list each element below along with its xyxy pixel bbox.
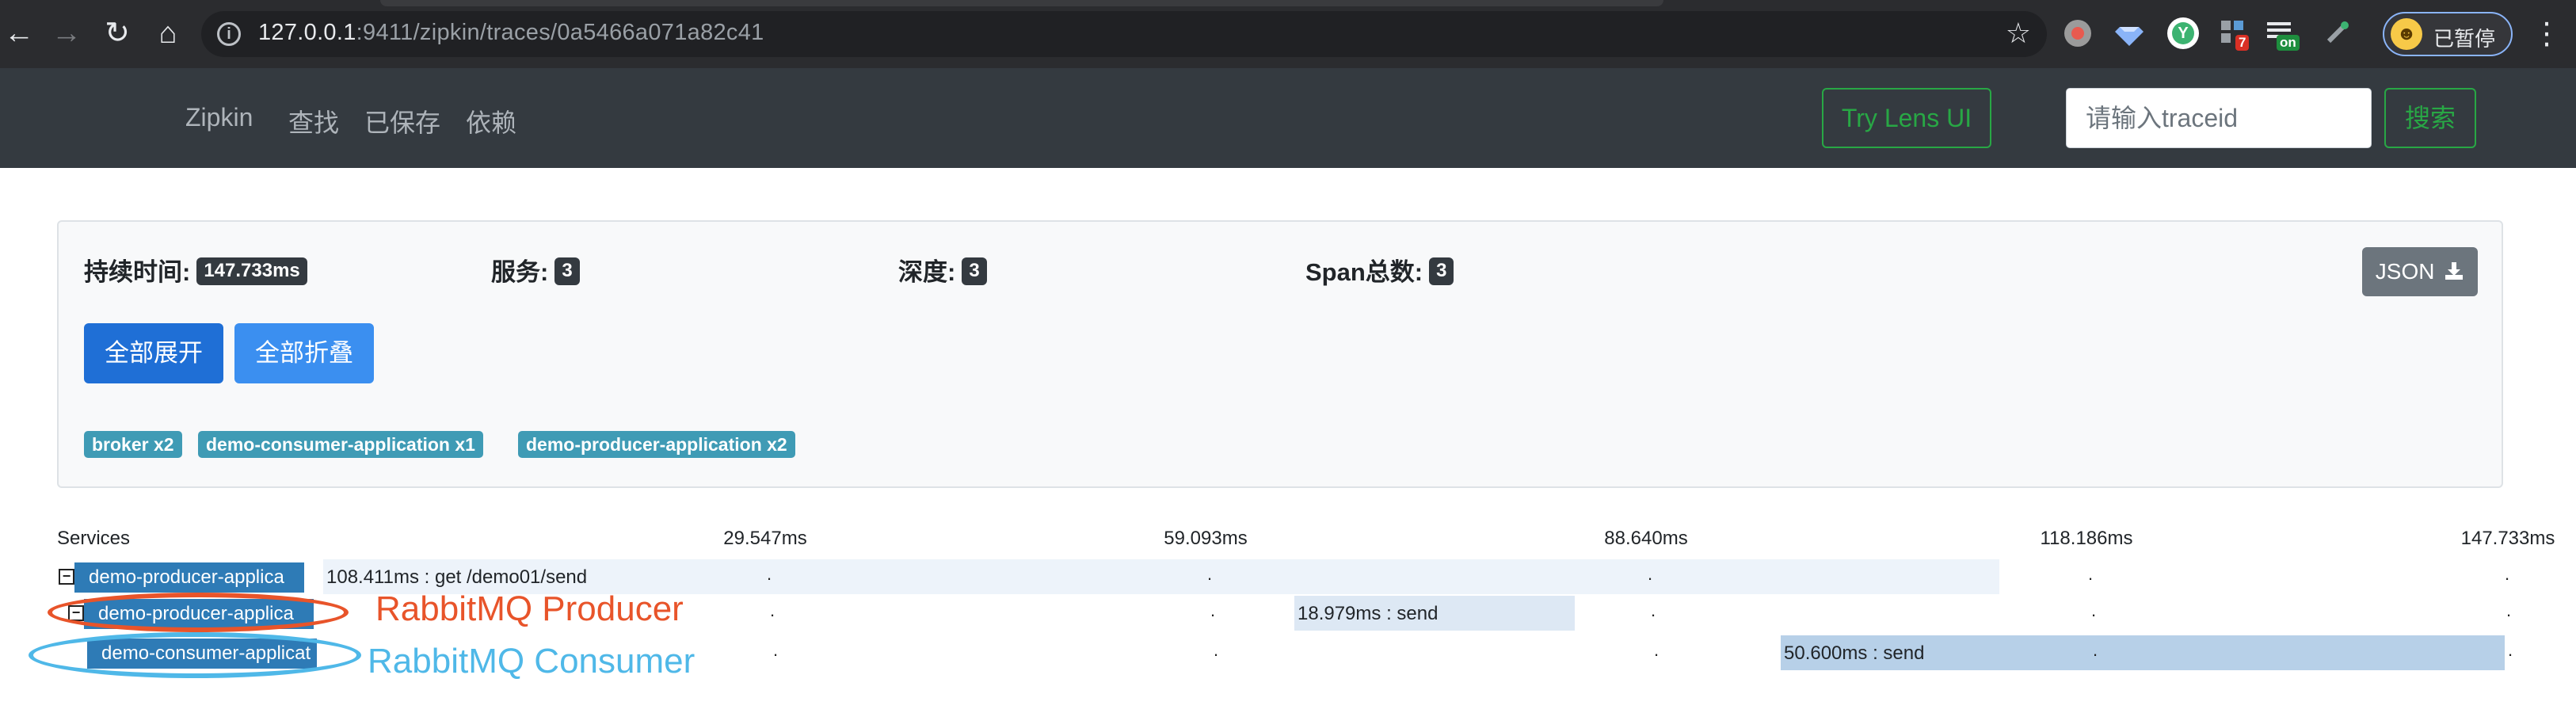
nav-link-dependencies[interactable]: 依赖	[466, 103, 516, 139]
producer-annotation-label: RabbitMQ Producer	[375, 589, 684, 628]
timeline-header: Services 29.547ms 59.093ms 88.640ms 118.…	[57, 528, 2560, 555]
service-tag-producer[interactable]: demo-producer-application x2	[518, 431, 795, 458]
tick-dot: .	[2093, 640, 2098, 660]
span-label: 18.979ms : send	[1298, 603, 1439, 624]
services-badge: 3	[554, 257, 580, 286]
tick-dot: .	[2505, 564, 2510, 584]
duration-label: 持续时间:	[84, 258, 191, 286]
nav-link-find[interactable]: 查找	[288, 103, 339, 139]
depth-badge: 3	[962, 257, 987, 286]
try-lens-ui-button[interactable]: Try Lens UI	[1822, 88, 1991, 148]
tick-dot: .	[1654, 640, 1660, 660]
profile-button[interactable]: ☻ 已暂停	[2383, 12, 2513, 56]
nav-link-saved[interactable]: 已保存	[364, 103, 440, 139]
record-extension-icon[interactable]	[2064, 20, 2091, 47]
services-stat: 服务: 3	[491, 252, 580, 288]
profile-status-label: 已暂停	[2433, 27, 2496, 51]
avatar: ☻	[2391, 18, 2422, 50]
tick-dot: .	[2091, 601, 2097, 620]
url-host: 127.0.0.1	[258, 20, 356, 45]
span-count-badge: 3	[1429, 257, 1454, 286]
browser-toolbar: ← → ↻ ⌂ i 127.0.0.1:9411/zipkin/traces/0…	[0, 0, 2576, 68]
depth-stat: 深度: 3	[898, 252, 987, 288]
apps-extension-icon[interactable]: 7	[2218, 17, 2250, 51]
services-column-header: Services	[57, 528, 131, 549]
address-bar[interactable]: i 127.0.0.1:9411/zipkin/traces/0a5466a07…	[201, 11, 2047, 57]
tick-dot: .	[2506, 601, 2512, 620]
json-button-label: JSON	[2375, 259, 2435, 284]
depth-label: 深度:	[898, 258, 956, 286]
url-text[interactable]: 127.0.0.1:9411/zipkin/traces/0a5466a071a…	[258, 20, 764, 46]
consumer-highlight-ellipse	[29, 632, 361, 678]
browser-menu-icon[interactable]: ⋮	[2532, 14, 2562, 54]
tick-dot: .	[773, 640, 779, 660]
service-tag-broker[interactable]: broker x2	[84, 431, 182, 458]
producer-highlight-ellipse	[48, 593, 349, 632]
span-count-label: Span总数:	[1305, 258, 1423, 286]
brand-link[interactable]: Zipkin	[185, 103, 253, 132]
expand-all-button[interactable]: 全部展开	[84, 323, 223, 383]
collapse-all-button[interactable]: 全部折叠	[234, 323, 374, 383]
span-service-label[interactable]: demo-producer-applica	[74, 562, 304, 593]
download-icon	[2445, 261, 2464, 280]
bookmark-star-icon[interactable]: ☆	[2006, 17, 2031, 49]
back-icon[interactable]: ←	[0, 14, 38, 52]
forward-icon[interactable]: →	[48, 14, 86, 52]
tick-dot: .	[1210, 601, 1216, 620]
time-tick: 147.733ms	[2460, 528, 2555, 549]
service-tag-consumer[interactable]: demo-consumer-application x1	[198, 431, 483, 458]
eyedropper-extension-icon[interactable]	[2321, 17, 2353, 49]
consumer-annotation-label: RabbitMQ Consumer	[368, 642, 695, 681]
collapse-toggle-icon[interactable]: −	[59, 569, 74, 585]
tick-dot: .	[2508, 640, 2513, 660]
tick-dot: .	[1207, 564, 1213, 584]
trace-summary-card: 持续时间: 147.733ms 服务: 3 深度: 3 Span总数: 3 JSON 全…	[57, 220, 2503, 488]
duration-badge: 147.733ms	[196, 257, 307, 286]
reload-icon[interactable]: ↻	[98, 14, 136, 52]
zipkin-navbar: Zipkin 查找 已保存 依赖 Try Lens UI 搜索	[0, 68, 2576, 168]
tick-dot: .	[770, 601, 775, 620]
tick-dot: .	[2088, 564, 2094, 584]
time-tick: 29.547ms	[723, 528, 807, 549]
services-label: 服务:	[491, 258, 549, 286]
vue-devtools-icon[interactable]: Y	[2167, 17, 2199, 49]
time-tick: 88.640ms	[1604, 528, 1688, 549]
json-download-button[interactable]: JSON	[2362, 247, 2478, 296]
duration-stat: 持续时间: 147.733ms	[84, 252, 307, 288]
traceid-input[interactable]	[2066, 88, 2372, 148]
time-tick: 59.093ms	[1164, 528, 1248, 549]
tab-strip-edge	[380, 0, 1663, 6]
extension-badge-count: 7	[2235, 35, 2250, 51]
tick-dot: .	[1648, 564, 1653, 584]
tick-dot: .	[1214, 640, 1219, 660]
tick-dot: .	[1651, 601, 1656, 620]
gem-extension-icon[interactable]	[2113, 17, 2145, 49]
url-path: :9411/zipkin/traces/0a5466a071a82c41	[356, 20, 764, 45]
site-info-icon[interactable]: i	[217, 22, 241, 46]
list-extension-icon[interactable]: on	[2265, 17, 2300, 51]
tick-dot: .	[767, 564, 772, 584]
span-label: 108.411ms : get /demo01/send	[326, 566, 588, 588]
home-icon[interactable]: ⌂	[149, 14, 187, 52]
span-count-stat: Span总数: 3	[1305, 252, 1454, 288]
search-button[interactable]: 搜索	[2384, 88, 2476, 148]
span-label: 50.600ms : send	[1784, 642, 1925, 664]
time-tick: 118.186ms	[2040, 528, 2133, 549]
extension-badge-on: on	[2277, 35, 2300, 51]
